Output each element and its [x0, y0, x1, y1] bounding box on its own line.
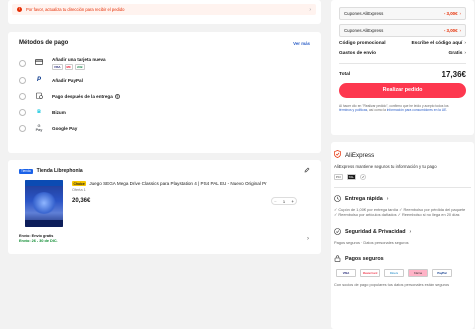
shipping-cost-row: Gastos de envío Gratis ›: [339, 51, 466, 56]
promo-input[interactable]: Escribe el código aquí: [411, 41, 462, 46]
chevron-right-icon: ›: [459, 11, 461, 16]
payment-method-bizum[interactable]: ʙ Bizum: [19, 104, 310, 120]
chevron-right-icon[interactable]: ›: [387, 196, 389, 202]
help-icon[interactable]: ?: [114, 93, 120, 99]
choice-tag: Choice: [72, 181, 87, 186]
bizum-icon: ʙ: [37, 109, 41, 115]
visa-logo: VISA: [52, 63, 63, 70]
google-pay-icon: G Pay: [35, 124, 43, 132]
legal-text-part: .: [446, 107, 448, 112]
shipping-date: Envío: 26 - 30 de DIC.: [19, 239, 58, 243]
chevron-right-icon[interactable]: ›: [410, 229, 412, 235]
fast-delivery-title: Entrega rápida: [345, 196, 383, 202]
product-price: 20,36€: [72, 198, 91, 204]
promo-code-row[interactable]: Código promocional Escribe el código aqu…: [339, 41, 466, 46]
store-order-card: Tienda Tienda Librephonia Choice Juego S…: [8, 160, 321, 254]
store-badge: Tienda: [19, 168, 33, 174]
pci-badge: PCI: [334, 174, 343, 180]
promo-label: Código promocional: [339, 41, 386, 46]
shipping-label: Envío: Envío gratis: [19, 234, 54, 238]
security-text: Pagos seguros · Datos personales seguros: [334, 239, 409, 245]
secure-payments-title: Pagos seguros: [345, 256, 384, 263]
radio-pay-after[interactable]: [19, 92, 26, 100]
chevron-right-icon[interactable]: ›: [307, 236, 309, 242]
product-title[interactable]: Juego SEGA Mega Drive Classics para Play…: [89, 181, 266, 186]
coupon-value: - 3,00€: [443, 11, 458, 16]
paypal-icon: P: [36, 77, 41, 83]
radio-google-pay[interactable]: [19, 124, 26, 132]
total-row: Total 17,36€: [339, 70, 466, 79]
payment-method-paypal[interactable]: P Añadir PayPal: [19, 72, 310, 88]
total-label: Total: [339, 71, 351, 77]
shield-icon: [334, 150, 341, 160]
payment-method-label: Pago después de la entrega: [52, 93, 113, 99]
fast-delivery-text: ✓ Cupón de 1,00€ por entrega tardía ✓ Re…: [334, 206, 466, 217]
security-title: Seguridad & Privacidad: [345, 229, 406, 236]
jcb-logo: JCB: [74, 63, 85, 70]
edit-icon[interactable]: [304, 167, 310, 175]
address-notice-text: Por favor, actualiza tu dirección para r…: [26, 7, 125, 12]
payment-method-pay-after-delivery[interactable]: Pago después de la entrega ?: [19, 88, 310, 104]
legal-text: Al hacer clic en "Realizar pedido", conf…: [339, 104, 466, 112]
secure-payments-text: Con socios de pago populares tus datos p…: [334, 281, 450, 287]
chevron-right-icon: ›: [464, 41, 466, 46]
decrease-button[interactable]: −: [274, 199, 277, 204]
secure-payment-icon: [334, 255, 341, 264]
mastercard-logo: MC: [64, 63, 73, 70]
security-icon: [334, 228, 341, 237]
quantity-stepper: − 1 +: [271, 197, 297, 205]
address-notice[interactable]: ! Por favor, actualiza tu dirección para…: [12, 4, 316, 15]
verified-badge: ✔: [359, 174, 366, 180]
coupon-label: Cupones AliExpress: [344, 11, 384, 16]
coupon-row[interactable]: Cupones AliExpress - 3,00€ ›: [339, 24, 466, 37]
shipping-cost-label: Gastos de envío: [339, 51, 377, 56]
chevron-right-icon: ›: [459, 28, 461, 33]
radio-bizum[interactable]: [19, 108, 26, 116]
diners-logo: Diners: [384, 268, 404, 277]
coupon-value: - 3,00€: [443, 28, 458, 33]
shipping-cost-value: Gratis: [448, 51, 463, 56]
payment-methods-title: Métodos de pago: [19, 40, 69, 46]
radio-paypal[interactable]: [19, 76, 26, 84]
quantity-value[interactable]: 1: [283, 199, 285, 204]
see-more-link[interactable]: Ver más: [293, 41, 310, 46]
eu-info-link[interactable]: información para consumidores en la UE: [387, 108, 447, 112]
payment-method-google-pay[interactable]: G Pay Google Pay: [19, 120, 310, 136]
trust-tagline: AliExpress mantiene seguros tu informaci…: [334, 164, 437, 169]
payment-method-label: Añadir PayPal: [52, 77, 83, 83]
brand-name: AliExpress: [345, 151, 375, 159]
paypal-logo: PayPal: [432, 268, 452, 277]
radio-card[interactable]: [19, 59, 26, 67]
place-order-button[interactable]: Realizar pedido: [339, 82, 466, 98]
payment-method-label: Google Pay: [52, 125, 78, 131]
mastercard-logo: MasterCard: [360, 268, 380, 277]
visa-logo: VISA: [336, 268, 356, 277]
address-notice-card: ! Por favor, actualiza tu dirección para…: [8, 0, 321, 24]
place-order-label: Realizar pedido: [382, 87, 423, 93]
credit-card-icon: [34, 59, 44, 67]
chevron-right-icon[interactable]: ›: [464, 51, 466, 56]
store-name[interactable]: Tienda Librephonia: [37, 168, 83, 174]
order-summary-card: Cupones AliExpress - 3,00€ › Cupones AliE…: [331, 0, 474, 135]
delivery-pay-icon: [34, 92, 44, 101]
payment-method-label: Bizum: [52, 109, 66, 115]
increase-button[interactable]: +: [291, 199, 294, 204]
payment-method-label: Añadir una tarjeta nueva: [52, 56, 106, 62]
total-value: 17,36€: [441, 69, 466, 79]
chevron-right-icon: ›: [309, 6, 311, 13]
klarna-logo: Klarna: [408, 268, 428, 277]
trust-card: AliExpress AliExpress mantiene seguros t…: [331, 142, 474, 329]
product-image[interactable]: [25, 180, 63, 227]
terms-link[interactable]: términos y políticas: [339, 108, 367, 112]
legal-text-part: , así como la: [367, 107, 387, 112]
product-variant[interactable]: Oferta 1: [72, 188, 312, 192]
coupon-row[interactable]: Cupones AliExpress - 3,00€ ›: [339, 7, 466, 20]
coupon-label: Cupones AliExpress: [344, 28, 384, 33]
payment-method-card[interactable]: Añadir una tarjeta nueva VISA MC JCB: [19, 54, 310, 72]
ssl-badge: SSL: [346, 174, 356, 180]
info-icon: !: [17, 7, 22, 12]
truck-icon: [334, 194, 341, 204]
payment-methods-card: Métodos de pago Ver más Añadir una tarje…: [8, 32, 321, 153]
